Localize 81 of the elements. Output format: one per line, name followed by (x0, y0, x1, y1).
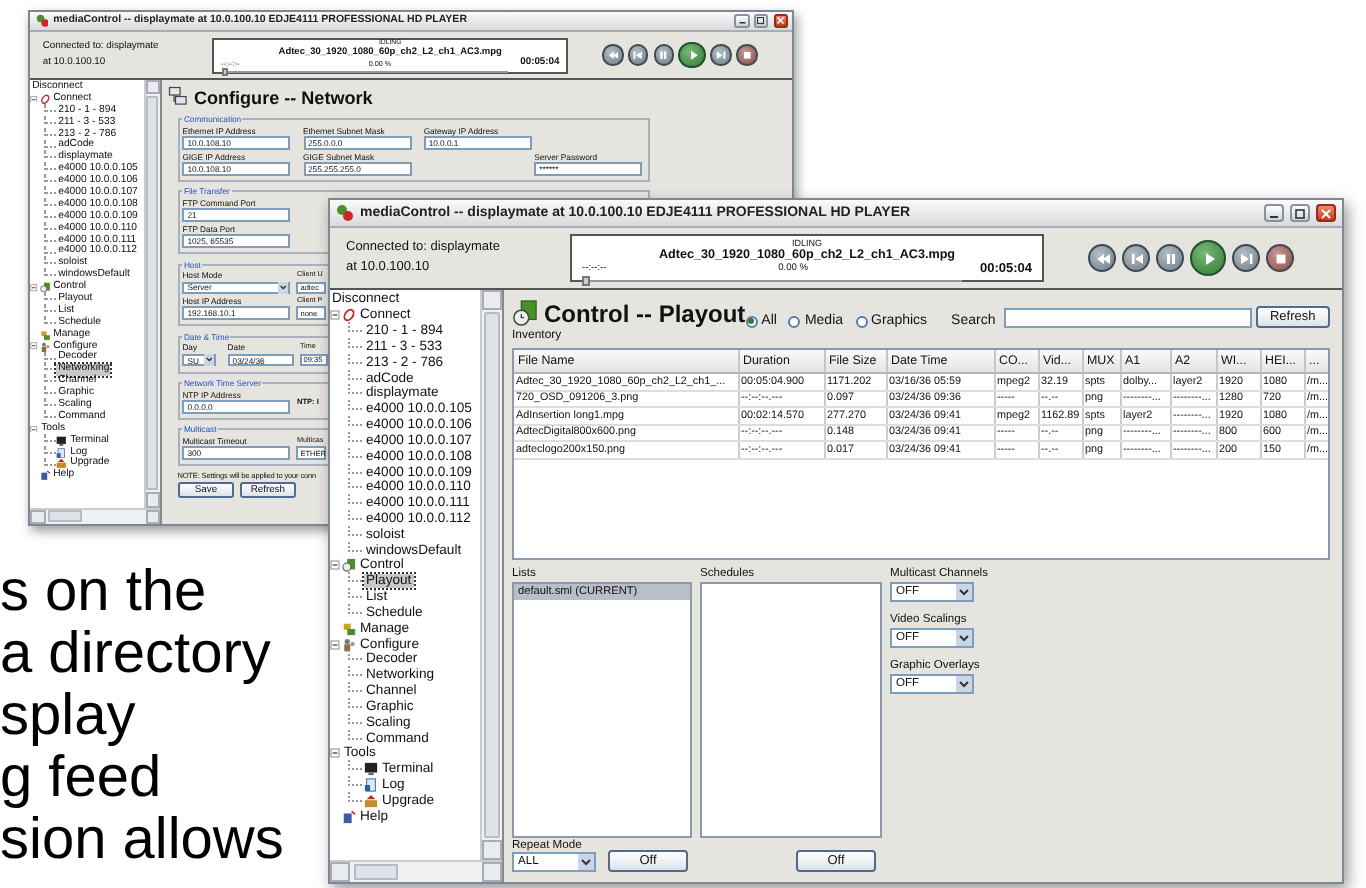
progress-handle[interactable] (221, 68, 228, 77)
stop-button[interactable] (1266, 244, 1294, 272)
next-button[interactable] (710, 44, 732, 66)
rewind-icon (1095, 251, 1109, 265)
pause-button[interactable] (1156, 244, 1184, 272)
previous-button[interactable] (1122, 244, 1150, 272)
previous-icon (1129, 251, 1143, 265)
help-book-icon (342, 809, 356, 824)
collapse-toggle[interactable] (30, 283, 39, 292)
collapse-toggle[interactable] (330, 748, 340, 759)
minimize-icon (737, 16, 747, 26)
loop-icon (342, 308, 356, 323)
monitor-icon (364, 762, 378, 777)
help-book-icon (39, 470, 51, 482)
clock-box-icon (39, 282, 51, 293)
radio-indicator[interactable] (855, 315, 868, 327)
rewind-icon (607, 49, 618, 61)
network-computers-icon (168, 85, 190, 109)
progress-handle[interactable] (582, 276, 590, 286)
radio-indicator[interactable] (788, 315, 801, 327)
collapse-toggle[interactable] (30, 425, 39, 433)
scrollbar[interactable] (480, 290, 502, 860)
caret-icon (203, 354, 214, 366)
document-icon (56, 447, 68, 458)
search-field[interactable] (1003, 308, 1252, 328)
caret-icon (956, 584, 972, 600)
play-button[interactable] (678, 41, 706, 69)
next-icon (1239, 251, 1253, 265)
close-button[interactable] (773, 14, 789, 28)
slide-text: s on the a directory splay g feed sion allows (0, 562, 284, 872)
close-icon (1320, 207, 1332, 219)
maximize-button[interactable] (753, 14, 769, 28)
loop-icon (39, 93, 51, 105)
panel-title: Configure -- Network (193, 88, 373, 109)
play-icon (1201, 251, 1215, 265)
scrollbar[interactable] (30, 507, 161, 525)
scrollbar[interactable] (330, 860, 502, 882)
collapse-toggle[interactable] (30, 95, 39, 103)
rewind-button[interactable] (1088, 244, 1116, 272)
play-icon (687, 49, 698, 61)
clock-box-icon (342, 558, 356, 573)
next-icon (715, 49, 727, 61)
caret-icon (956, 630, 972, 646)
people-icon (342, 637, 356, 652)
play-button[interactable] (1190, 240, 1226, 276)
stop-icon (741, 49, 752, 61)
previous-icon (632, 49, 644, 61)
package-icon (364, 793, 378, 808)
pause-icon (658, 49, 670, 61)
caret-icon (578, 854, 594, 870)
minimize-button[interactable] (734, 14, 750, 28)
collapse-toggle[interactable] (30, 342, 39, 351)
caret-icon (956, 676, 972, 692)
boxes-icon (39, 329, 51, 340)
people-icon (39, 341, 51, 352)
package-icon (56, 458, 68, 470)
monitor-icon (56, 435, 68, 446)
panel-title: Control -- Playout (544, 300, 746, 328)
collapse-toggle[interactable] (330, 310, 340, 321)
document-icon (364, 778, 378, 793)
maximize-icon (1294, 207, 1306, 219)
minimize-button[interactable] (1264, 204, 1284, 222)
app-icon (336, 204, 354, 222)
maximize-button[interactable] (1290, 204, 1310, 222)
pause-button[interactable] (653, 44, 675, 66)
close-button[interactable] (1316, 204, 1336, 222)
next-button[interactable] (1232, 244, 1260, 272)
rewind-button[interactable] (602, 44, 624, 66)
scrollbar[interactable] (143, 79, 161, 508)
pause-icon (1163, 251, 1177, 265)
clock-box-icon (512, 298, 538, 328)
radio-indicator[interactable] (745, 315, 758, 327)
collapse-toggle[interactable] (330, 639, 340, 650)
boxes-icon (342, 621, 356, 636)
stop-button[interactable] (736, 44, 758, 66)
previous-button[interactable] (627, 44, 649, 66)
collapse-toggle[interactable] (330, 560, 340, 571)
app-icon (35, 14, 49, 28)
caret-icon (278, 282, 289, 294)
close-icon (776, 16, 786, 26)
stop-icon (1273, 251, 1287, 265)
